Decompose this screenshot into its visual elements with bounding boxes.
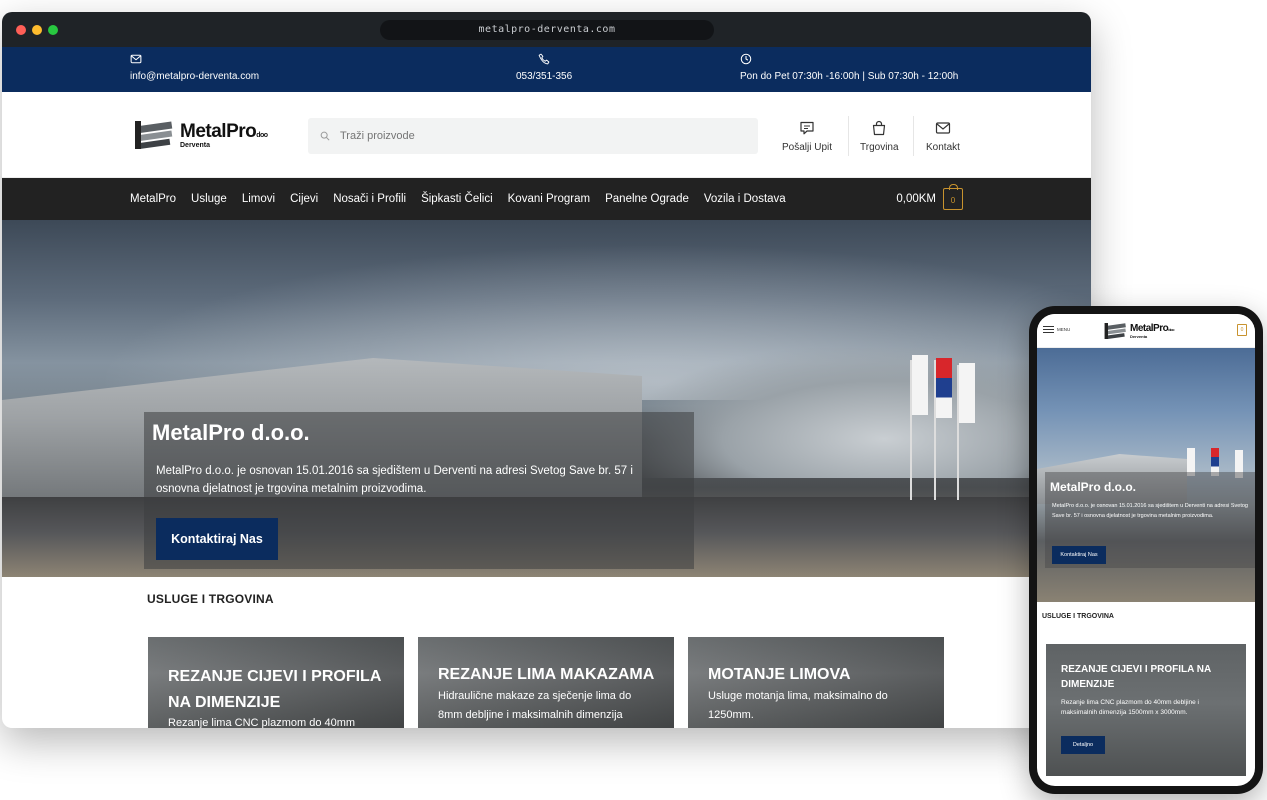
nav-item-nosaci-profili[interactable]: Nosači i Profili [333, 193, 406, 205]
mobile-menu-label: MENU [1057, 327, 1071, 332]
mobile-hero-description: MetalPro d.o.o. je osnovan 15.01.2016 sa… [1052, 503, 1248, 519]
shop-label: Trgovina [860, 142, 899, 153]
header-divider [913, 116, 914, 156]
send-inquiry-label: Pošalji Upit [782, 142, 833, 153]
mobile-contact-us-button[interactable]: Kontaktiraj Nas [1052, 546, 1106, 564]
contact-us-button[interactable]: Kontaktiraj Nas [156, 518, 278, 560]
search-bar [308, 118, 758, 154]
mobile-logo[interactable]: MetalProdoo Derventa [1104, 320, 1175, 342]
hero-title: MetalPro d.o.o. [152, 420, 310, 445]
service-card-text: Rezanje lima CNC plazmom do 40mm [168, 717, 356, 728]
cart-button[interactable]: 0,00KM 0 [896, 184, 963, 210]
service-card-title: MOTANJE LIMOVA [708, 666, 851, 683]
mobile-cart-button[interactable]: 0 [1237, 324, 1247, 336]
mail-icon [130, 54, 142, 64]
logo-suffix: doo [256, 131, 268, 139]
send-inquiry-button[interactable]: Pošalji Upit [782, 120, 832, 153]
cart-count-badge: 0 [943, 184, 963, 210]
shopping-bag-icon [873, 120, 886, 136]
main-navigation: MetalPro Usluge Limovi Cijevi Nosači i P… [2, 178, 1091, 220]
company-flag [959, 363, 975, 423]
contact-topbar: info@metalpro-derventa.com 053/351-356 P… [2, 47, 1091, 92]
logo-subtitle: Derventa [180, 141, 210, 149]
mobile-logo-name-text: MetalPro [1130, 322, 1169, 334]
logo-name: MetalProdoo [180, 122, 268, 141]
mobile-logo-subtitle: Derventa [1130, 333, 1148, 339]
nav-item-metalpro[interactable]: MetalPro [130, 193, 176, 205]
topbar-hours-text: Pon do Pet 07:30h -16:00h | Sub 07:30h -… [740, 71, 959, 82]
service-card-text: Hidraulične makaze za sječenje lima do 8… [438, 690, 632, 721]
logo-beams-icon [1104, 323, 1126, 339]
hero-banner: MetalPro d.o.o. MetalPro d.o.o. je osnov… [2, 220, 1091, 577]
clock-icon [740, 53, 752, 65]
nav-item-sipkasti-celici[interactable]: Šipkasti Čelici [421, 193, 493, 205]
search-icon [320, 131, 330, 141]
mobile-header: MENU MetalProdoo Derventa 0 [1037, 314, 1255, 348]
mobile-menu-button[interactable]: MENU [1043, 326, 1070, 333]
search-input[interactable] [340, 130, 720, 142]
nav-item-panelne-ograde[interactable]: Panelne Ograde [605, 193, 689, 205]
service-card-pipe-cutting[interactable]: REZANJE CIJEVI I PROFILA NA DIMENZIJE Re… [148, 637, 404, 728]
company-flag [912, 355, 928, 415]
nav-item-usluge[interactable]: Usluge [191, 193, 227, 205]
desktop-browser-window: metalpro-derventa.com info@metalpro-derv… [2, 12, 1091, 728]
nav-item-vozila-dostava[interactable]: Vozila i Dostava [704, 193, 786, 205]
topbar-phone-text: 053/351-356 [516, 71, 573, 82]
mobile-service-card-text: Rezanje lima CNC plazmom do 40mm debljin… [1061, 699, 1199, 716]
minimize-window-button[interactable] [32, 25, 42, 35]
logo-name-text: MetalPro [180, 120, 257, 142]
address-bar[interactable]: metalpro-derventa.com [380, 20, 714, 40]
header-divider [848, 116, 849, 156]
hero-description: MetalPro d.o.o. je osnovan 15.01.2016 sa… [156, 465, 633, 495]
site-logo[interactable]: MetalProdoo Derventa [134, 116, 268, 154]
mobile-service-card[interactable]: REZANJE CIJEVI I PROFILA NA DIMENZIJE Re… [1046, 644, 1246, 776]
mobile-device-frame: MENU MetalProdoo Derventa 0 MetalPro d.o… [1029, 306, 1263, 794]
hamburger-icon [1043, 326, 1054, 333]
mobile-logo-name: MetalProdoo [1130, 322, 1175, 334]
maximize-window-button[interactable] [48, 25, 58, 35]
nav-item-kovani-program[interactable]: Kovani Program [508, 193, 590, 205]
phone-icon [538, 53, 550, 65]
services-section-title: USLUGE I TRGOVINA [147, 592, 274, 606]
mobile-services-title: USLUGE I TRGOVINA [1042, 613, 1114, 620]
topbar-email[interactable]: info@metalpro-derventa.com [130, 53, 259, 82]
hero-frosted-hills [631, 348, 1091, 478]
mobile-hero-title: MetalPro d.o.o. [1050, 480, 1137, 494]
service-card-sheet-coiling[interactable]: MOTANJE LIMOVA Usluge motanja lima, maks… [688, 637, 944, 728]
mobile-service-card-title: REZANJE CIJEVI I PROFILA NA DIMENZIJE [1061, 664, 1211, 690]
shop-button[interactable]: Trgovina [860, 120, 899, 153]
contact-button[interactable]: Kontakt [926, 120, 960, 153]
topbar-hours: Pon do Pet 07:30h -16:00h | Sub 07:30h -… [740, 53, 958, 82]
site-header: MetalProdoo Derventa Pošalji Upit Trgovi… [2, 92, 1091, 178]
mobile-logo-suffix: doo [1168, 326, 1175, 332]
envelope-icon [935, 122, 951, 134]
service-card-title: REZANJE CIJEVI I PROFILA NA DIMENZIJE [168, 668, 381, 711]
service-card-title: REZANJE LIMA MAKAZAMA [438, 666, 655, 683]
nav-item-limovi[interactable]: Limovi [242, 193, 275, 205]
topbar-phone[interactable]: 053/351-356 [516, 53, 572, 82]
national-flag [936, 358, 952, 418]
topbar-email-text: info@metalpro-derventa.com [130, 71, 260, 82]
browser-titlebar: metalpro-derventa.com [2, 12, 1091, 47]
cart-total: 0,00KM [896, 193, 936, 205]
logo-beams-icon [135, 121, 173, 149]
details-button[interactable]: Detaljno [1061, 736, 1105, 754]
close-window-button[interactable] [16, 25, 26, 35]
nav-item-cijevi[interactable]: Cijevi [290, 193, 318, 205]
mobile-screen: MENU MetalProdoo Derventa 0 MetalPro d.o… [1037, 314, 1255, 786]
chat-icon [800, 121, 814, 135]
contact-label: Kontakt [926, 142, 960, 153]
service-card-text: Usluge motanja lima, maksimalno do 1250m… [708, 690, 888, 721]
service-card-sheet-shearing[interactable]: REZANJE LIMA MAKAZAMA Hidraulične makaze… [418, 637, 674, 728]
